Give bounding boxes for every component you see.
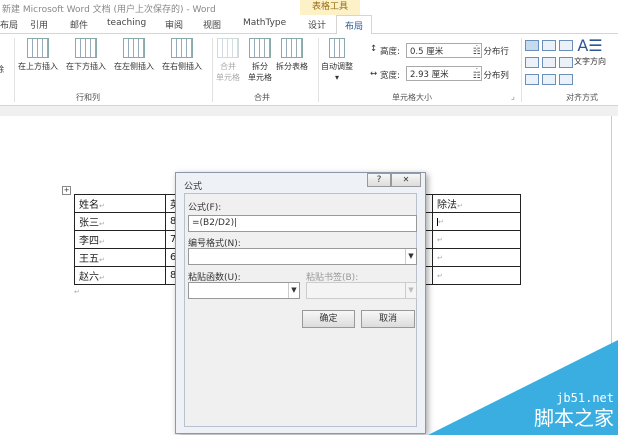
chevron-down-icon: ▼	[288, 283, 299, 298]
tab-layout-page[interactable]: 布局	[0, 18, 18, 31]
insert-right-label: 在右侧插入	[162, 62, 202, 71]
text-direction-button[interactable]: A☰ 文字方向	[574, 36, 606, 67]
align-middle-center[interactable]	[542, 57, 556, 68]
formula-label: 公式(F):	[188, 203, 222, 213]
chevron-down-icon: ▼	[405, 283, 416, 298]
ok-button[interactable]: 确定	[302, 310, 355, 328]
formula-dialog: 公式 ? ✕ 公式(F): =(B2/D2)| 编号格式(N): ▼ 粘贴函数(…	[175, 172, 426, 434]
align-bottom-left[interactable]	[525, 74, 539, 85]
insert-below-label: 在下方插入	[66, 62, 106, 71]
insert-left-label: 在左侧插入	[114, 62, 154, 71]
align-top-left[interactable]	[525, 40, 539, 51]
split-cells-icon	[249, 38, 271, 58]
split-table-icon	[281, 38, 303, 58]
group-rows-columns: 行和列	[76, 93, 100, 102]
split-table-button[interactable]: 拆分表格	[276, 38, 308, 72]
height-icon: ↕	[370, 44, 378, 54]
insert-left-icon	[123, 38, 145, 58]
align-middle-right[interactable]	[559, 57, 573, 68]
text-direction-icon: A☰	[577, 36, 603, 55]
help-button[interactable]: ?	[367, 173, 391, 187]
tab-review[interactable]: 审阅	[165, 18, 183, 31]
height-input[interactable]: 0.5 厘米 ⁚	[406, 43, 482, 58]
group-cell-size: 单元格大小	[392, 93, 432, 102]
dialog-title: 公式	[184, 182, 203, 192]
chevron-down-icon: ▼	[405, 249, 416, 264]
close-button[interactable]: ✕	[391, 173, 421, 187]
tab-references[interactable]: 引用	[30, 18, 48, 31]
insert-above-button[interactable]: 在上方插入	[18, 38, 58, 72]
split-cells-button[interactable]: 拆分 单元格	[248, 38, 272, 83]
tab-table-layout[interactable]: 布局	[336, 15, 373, 35]
merge-cells-icon	[217, 38, 239, 58]
tab-view[interactable]: 视图	[203, 18, 221, 31]
autofit-button[interactable]: 自动调整 ▾	[321, 38, 353, 83]
group-merge: 合并	[254, 93, 270, 102]
window-title: 新建 Microsoft Word 文档 (用户上次保存的) - Word	[2, 5, 216, 15]
watermark-name: 脚本之家	[534, 406, 614, 430]
tab-design[interactable]: 设计	[308, 18, 326, 31]
group-alignment: 对齐方式	[566, 93, 598, 102]
paragraph-mark: ↵	[74, 288, 80, 296]
width-input[interactable]: 2.93 厘米 ⁚	[406, 66, 482, 81]
insert-below-icon	[75, 38, 97, 58]
autofit-icon	[329, 38, 345, 58]
ribbon-tabs: 布局 引用 邮件 teaching 审阅 视图 MathType 设计 布局	[0, 15, 618, 35]
table-move-handle[interactable]: +	[62, 186, 71, 195]
cancel-button[interactable]: 取消	[361, 310, 415, 328]
align-middle-left[interactable]	[525, 57, 539, 68]
tab-mathtype[interactable]: MathType	[243, 18, 286, 28]
distribute-columns-button[interactable]: ☷ 分布列	[473, 69, 509, 81]
distribute-rows-button[interactable]: ☷ 分布行	[473, 45, 509, 57]
insert-above-label: 在上方插入	[18, 62, 58, 71]
tab-mailings[interactable]: 邮件	[70, 18, 88, 31]
merge-cells-button[interactable]: 合并 单元格	[216, 38, 240, 83]
insert-below-button[interactable]: 在下方插入	[66, 38, 106, 72]
formula-input[interactable]: =(B2/D2)|	[188, 215, 417, 232]
insert-right-button[interactable]: 在右侧插入	[162, 38, 202, 72]
insert-left-button[interactable]: 在左侧插入	[114, 38, 154, 72]
height-label: 高度:	[380, 47, 400, 57]
width-icon: ↔	[370, 69, 378, 79]
align-top-right[interactable]	[559, 40, 573, 51]
insert-above-icon	[27, 38, 49, 58]
table-tools-label: 表格工具	[300, 0, 360, 15]
align-bottom-right[interactable]	[559, 74, 573, 85]
ribbon: 除 在上方插入 在下方插入 在左侧插入 在右侧插入 行和列 合并单元格 拆分单元…	[0, 34, 618, 106]
ruler-gap	[0, 106, 618, 116]
paste-bookmark-select: ▼	[306, 282, 417, 299]
align-top-center[interactable]	[542, 40, 556, 51]
cell-size-launcher[interactable]: ⌟	[511, 92, 515, 102]
paste-function-select[interactable]: ▼	[188, 282, 300, 299]
number-format-select[interactable]: ▼	[188, 248, 417, 265]
tab-teaching[interactable]: teaching	[107, 18, 146, 28]
delete-button[interactable]: 除	[0, 64, 4, 75]
align-bottom-center[interactable]	[542, 74, 556, 85]
insert-right-icon	[171, 38, 193, 58]
width-label: 宽度:	[380, 71, 400, 81]
